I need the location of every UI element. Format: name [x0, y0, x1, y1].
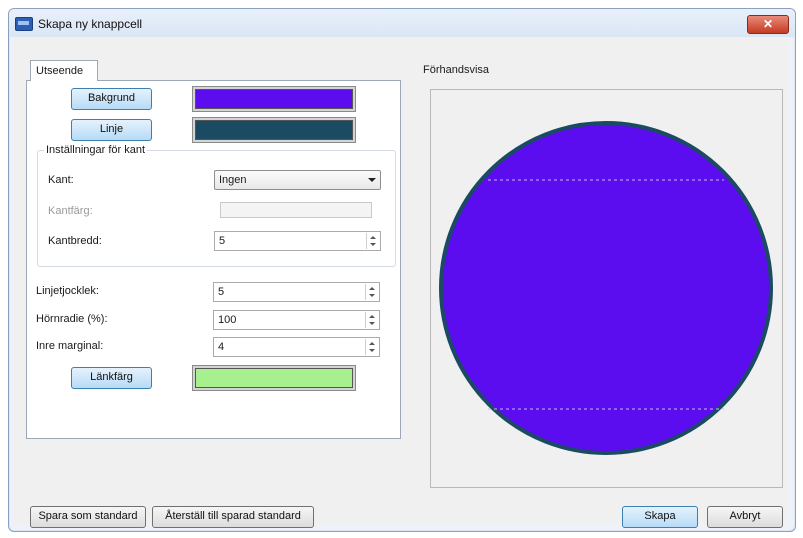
- line-thickness-label: Linjetjocklek:: [36, 285, 99, 297]
- line-button[interactable]: Linje: [71, 119, 152, 141]
- dialog-window: Skapa ny knappcell ✕ Utseende Bakgrund L…: [8, 8, 796, 532]
- border-settings-title: Inställningar för kant: [44, 144, 148, 156]
- spinner-arrows-icon[interactable]: [365, 339, 378, 355]
- border-label: Kant:: [48, 174, 74, 186]
- border-width-input[interactable]: 5: [214, 231, 381, 251]
- preview-label: Förhandsvisa: [423, 64, 490, 76]
- tab-utseende[interactable]: Utseende: [30, 60, 98, 81]
- border-select-value: Ingen: [219, 174, 247, 186]
- border-settings-group: Inställningar för kant Kant: Ingen Kantf…: [37, 144, 396, 267]
- background-button[interactable]: Bakgrund: [71, 88, 152, 110]
- tab-label: Utseende: [36, 65, 84, 77]
- preview-svg: [439, 121, 773, 455]
- background-color-swatch[interactable]: [195, 89, 353, 109]
- spinner-arrows-icon[interactable]: [365, 312, 378, 328]
- corner-radius-input[interactable]: 100: [213, 310, 380, 330]
- close-button[interactable]: ✕: [747, 15, 789, 34]
- line-thickness-input[interactable]: 5: [213, 282, 380, 302]
- border-width-value: 5: [219, 235, 226, 247]
- preview-area: [430, 89, 783, 488]
- title-bar: Skapa ny knappcell ✕: [9, 9, 795, 37]
- border-color-label: Kantfärg:: [48, 205, 93, 217]
- window-title: Skapa ny knappcell: [38, 17, 143, 31]
- border-select[interactable]: Ingen: [214, 170, 381, 190]
- restore-default-button[interactable]: Återställ till sparad standard: [152, 506, 314, 528]
- inner-margin-value: 4: [218, 341, 225, 353]
- inner-margin-label: Inre marginal:: [36, 340, 104, 352]
- save-as-default-button[interactable]: Spara som standard: [30, 506, 146, 528]
- border-width-label: Kantbredd:: [48, 235, 102, 247]
- chevron-down-icon: [368, 178, 376, 182]
- create-button[interactable]: Skapa: [622, 506, 698, 528]
- line-thickness-value: 5: [218, 286, 225, 298]
- line-color-swatch[interactable]: [195, 120, 353, 140]
- app-icon: [15, 17, 33, 31]
- inner-margin-input[interactable]: 4: [213, 337, 380, 357]
- corner-radius-label: Hörnradie (%):: [36, 313, 108, 325]
- corner-radius-value: 100: [218, 314, 237, 326]
- spinner-arrows-icon[interactable]: [366, 233, 379, 249]
- cancel-button[interactable]: Avbryt: [707, 506, 783, 528]
- link-color-swatch[interactable]: [195, 368, 353, 388]
- preview-button-circle: [439, 121, 773, 455]
- link-color-button[interactable]: Länkfärg: [71, 367, 152, 389]
- spinner-arrows-icon[interactable]: [365, 284, 378, 300]
- border-color-field: [220, 202, 372, 218]
- dialog-content: Utseende Bakgrund Linje Inställningar fö…: [14, 38, 788, 528]
- appearance-panel: Bakgrund Linje Inställningar för kant Ka…: [26, 80, 401, 439]
